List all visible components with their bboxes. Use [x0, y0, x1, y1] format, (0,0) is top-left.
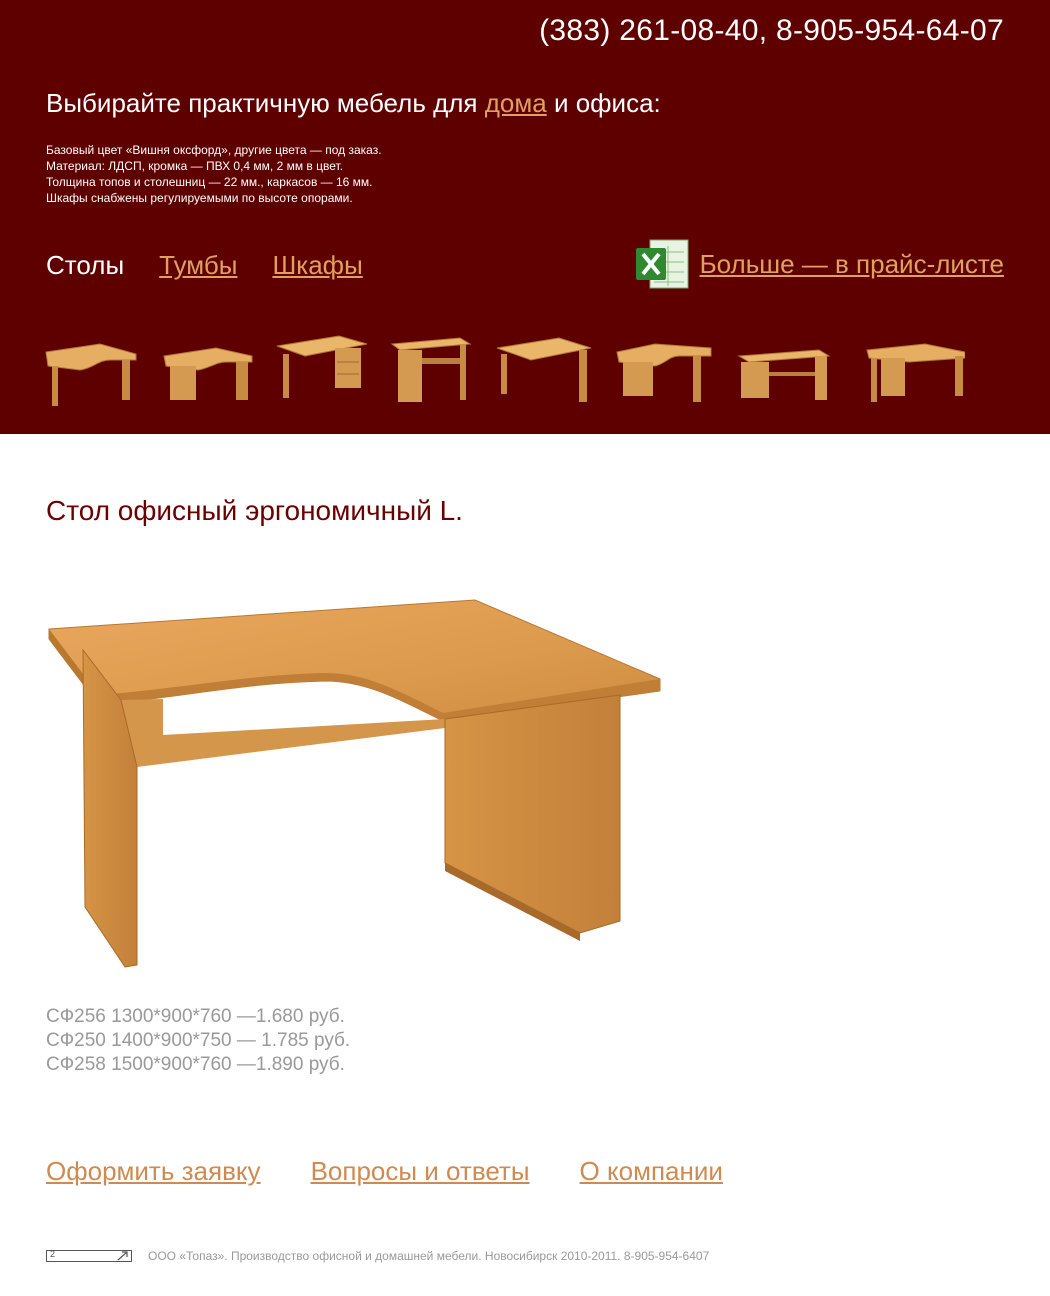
desk-thumbnail-icon[interactable] [735, 330, 835, 410]
desk-thumbnail-icon[interactable] [275, 330, 375, 410]
copyright-text: ООО «Топаз». Производство офисной и дома… [148, 1249, 710, 1263]
about-link[interactable]: О компании [580, 1156, 723, 1187]
specs-text: Базовый цвет «Вишня оксфорд», другие цве… [46, 142, 382, 206]
footer-links: Оформить заявку Вопросы и ответы О компа… [46, 1156, 723, 1187]
nav-cabinets[interactable]: Шкафы [272, 250, 362, 281]
desk-thumbnail-icon[interactable] [40, 330, 140, 410]
desk-thumbnail-icon[interactable] [390, 330, 490, 410]
price-line: СФ256 1300*900*760 —1.680 руб. [46, 1006, 345, 1027]
footer: 2 ООО «Топаз». Производство офисной и до… [46, 1249, 709, 1263]
order-link[interactable]: Оформить заявку [46, 1156, 261, 1187]
excel-icon[interactable] [632, 234, 692, 294]
spec-line: Базовый цвет «Вишня оксфорд», другие цве… [46, 143, 382, 157]
desk-thumbnail-icon[interactable] [160, 330, 260, 410]
category-nav: Столы Тумбы Шкафы [46, 250, 363, 281]
desk-thumbnail-icon[interactable] [615, 330, 715, 410]
pricelist-label[interactable]: Больше — в прайс-листе [700, 249, 1004, 280]
studio-badge[interactable]: 2 [46, 1249, 132, 1262]
spec-line: Материал: ЛДСП, кромка — ПВХ 0,4 мм, 2 м… [46, 159, 344, 173]
desk-thumbnail-icon[interactable] [865, 330, 965, 410]
badge-text: 2 [50, 1249, 56, 1259]
arrow-icon [117, 1251, 128, 1261]
faq-link[interactable]: Вопросы и ответы [311, 1156, 530, 1187]
price-list: СФ256 1300*900*760 —1.680 руб. СФ250 140… [46, 1005, 350, 1077]
spec-line: Толщина топов и столешниц — 22 мм., карк… [46, 175, 373, 189]
headline-text-start: Выбирайте практичную мебель для [46, 88, 485, 118]
desk-thumbnail-icon[interactable] [495, 330, 595, 410]
pricelist-link[interactable]: Больше — в прайс-листе [632, 234, 1004, 294]
headline: Выбирайте практичную мебель для дома и о… [46, 88, 661, 119]
phone-number: (383) 261-08-40, 8-905-954-64-07 [539, 14, 1004, 47]
header: (383) 261-08-40, 8-905-954-64-07 Выбирай… [0, 0, 1050, 434]
product-title: Стол офисный эргономичный L. [46, 495, 463, 526]
price-line: СФ250 1400*900*750 — 1.785 руб. [46, 1030, 351, 1051]
spec-line: Шкафы снабжены регулируемыми по высоте о… [46, 191, 353, 205]
nav-tables: Столы [46, 250, 125, 280]
thumbnail-strip [40, 330, 1020, 410]
corner-desk-image [48, 599, 661, 968]
home-link[interactable]: дома [485, 88, 547, 118]
nav-nightstands[interactable]: Тумбы [159, 250, 237, 281]
price-line: СФ258 1500*900*760 —1.890 руб. [46, 1054, 345, 1075]
headline-text-end: и офиса: [546, 88, 661, 118]
